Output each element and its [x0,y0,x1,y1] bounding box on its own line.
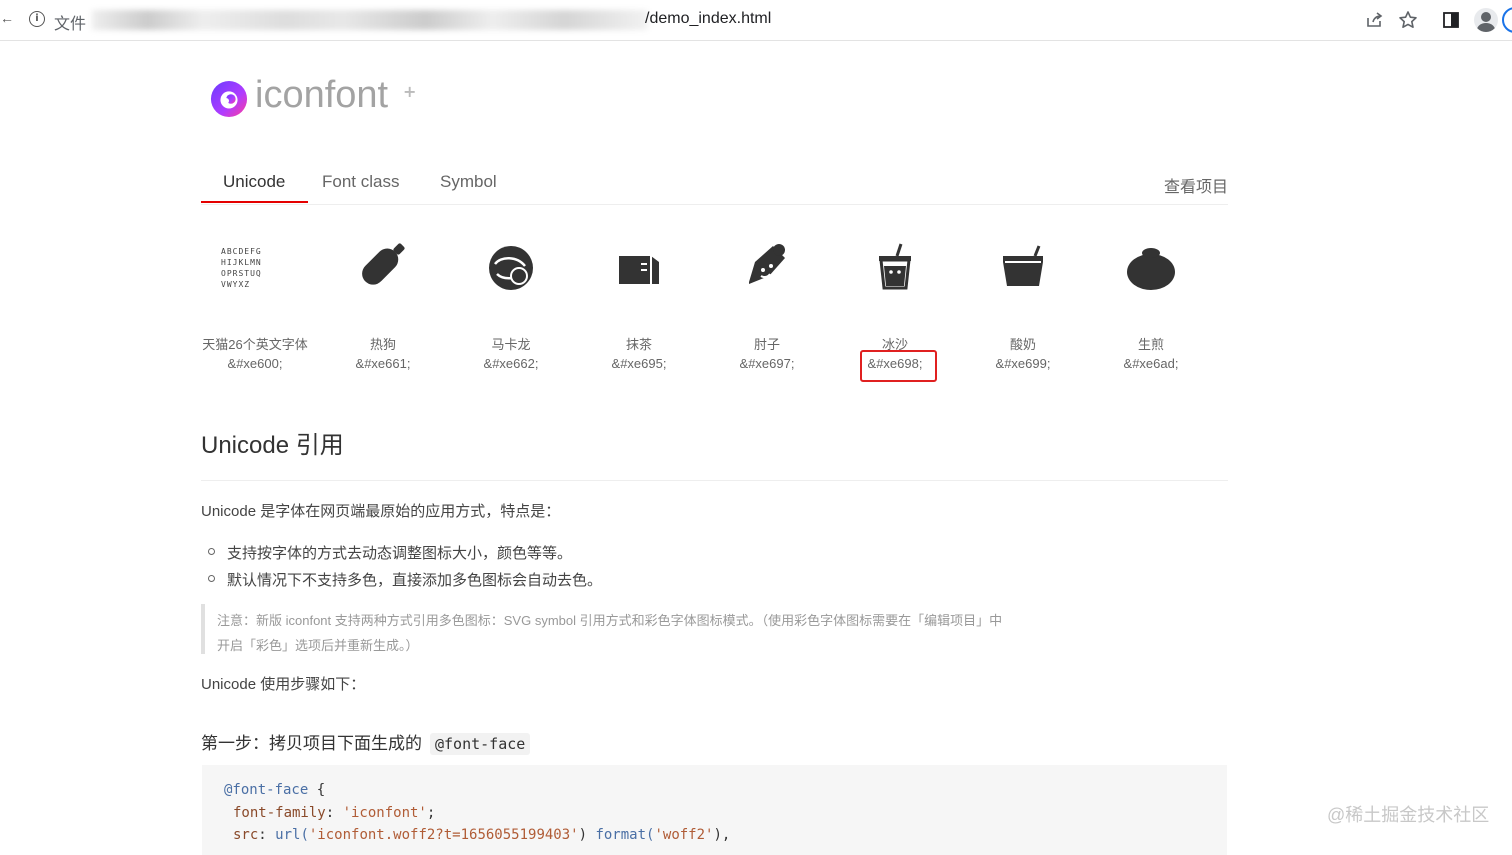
icon-code: &#xe695; [611,356,667,371]
active-tab-underline [201,201,308,203]
profile-icon[interactable] [1474,8,1498,32]
icon-name: 肘子 [753,337,780,352]
alphabet-icon: ABCDEFG HIJKLMN OPRSTUQ VWYXZ [221,247,262,289]
browser-address-bar: ← i 文件 /demo_index.html [0,0,1512,41]
inline-code: @font-face [430,733,531,755]
star-icon[interactable] [1398,10,1418,30]
yogurt-icon [1003,245,1043,286]
icon-code: &#xe697; [739,356,795,371]
icon-name: 抹茶 [625,337,652,352]
icon-name: 热狗 [369,337,396,352]
code-line: @font-face { [224,782,326,798]
blurred-url-path[interactable] [92,10,648,30]
icon-name: 酸奶 [1009,337,1036,352]
icon-code: &#xe662; [483,356,539,371]
icon-code: &#xe661; [355,356,411,371]
list-item: 默认情况下不支持多色，直接添加多色图标会自动去色。 [207,569,602,590]
intro-text: Unicode 是字体在网页端最原始的应用方式，特点是： [201,503,561,520]
tab-bar: Unicode Font class Symbol 查看项目 [201,160,1228,205]
icon-name: 马卡龙 [491,337,531,352]
share-icon[interactable] [1364,10,1384,30]
tab-unicode[interactable]: Unicode [223,172,285,192]
iconfont-logo-icon[interactable] [210,80,248,118]
icon-code: &#xe600; [227,356,283,371]
smoothie-icon [879,243,911,290]
watermark-text: @稀土掘金技术社区 [1327,805,1490,825]
url-text[interactable]: /demo_index.html [645,10,771,28]
icon-name: 生煎 [1137,337,1164,352]
highlight-box [860,350,937,382]
note-text: 注意：新版 iconfont 支持两种方式引用多色图标：SVG symbol 引… [217,613,1003,653]
fried-bun-icon [1127,248,1175,290]
matcha-icon [619,256,659,284]
step1-heading: 第一步：拷贝项目下面生成的 @font-face [201,729,531,755]
list-item: 支持按字体的方式去动态调整图标大小，颜色等等。 [207,542,572,563]
code-line: font-family: 'iconfont'; [233,805,436,821]
pork-knuckle-icon [749,244,785,284]
divider [201,480,1228,481]
view-project-link[interactable]: 查看项目 [1164,173,1228,197]
icon-code: &#xe6ad; [1123,356,1179,371]
url-scheme-label[interactable]: 文件 [54,10,86,34]
code-line: src: url('iconfont.woff2?t=1656055199403… [233,827,731,843]
icon-code: &#xe699; [995,356,1051,371]
logo-plus: + [403,82,417,101]
note-blockquote: 注意：新版 iconfont 支持两种方式引用多色图标：SVG symbol 引… [201,604,1065,654]
tab-font-class[interactable]: Font class [322,172,399,192]
side-panel-icon[interactable] [1441,10,1461,30]
steps-intro: Unicode 使用步骤如下： [201,676,366,693]
info-icon[interactable]: i [29,11,45,27]
section-title: Unicode 引用 [201,432,344,459]
tab-symbol[interactable]: Symbol [440,172,497,192]
extension-ring-icon[interactable] [1502,7,1512,33]
icon-name: 天猫26个英文字体 [202,337,308,352]
logo-text: iconfont [255,74,389,116]
code-block[interactable]: @font-face { font-family: 'iconfont'; sr… [202,765,1227,855]
back-arrow-icon[interactable]: ← [0,10,14,26]
macaron-icon [489,246,533,290]
hotdog-icon [362,243,405,285]
